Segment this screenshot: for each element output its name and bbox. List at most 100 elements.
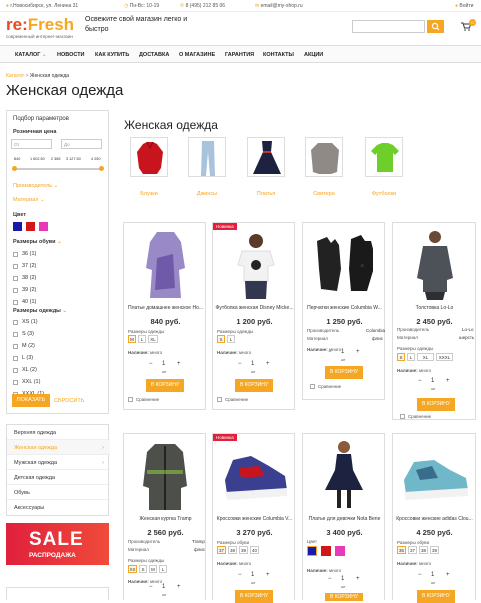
size-option[interactable]: L <box>159 565 167 573</box>
subcategory-label[interactable]: Блузки <box>124 191 174 197</box>
clothes-size-checkbox[interactable] <box>13 344 18 349</box>
compare-checkbox[interactable] <box>217 397 222 402</box>
compare-checkbox[interactable] <box>400 414 405 419</box>
price-slider-min-handle[interactable] <box>12 166 17 171</box>
category-shoes[interactable]: Обувь <box>7 485 110 500</box>
product-image[interactable]: C <box>311 229 381 299</box>
filter-reset-button[interactable]: СБРОСИТЬ <box>54 398 84 404</box>
product-image[interactable] <box>228 231 283 301</box>
subcategory-jeans[interactable] <box>188 137 226 177</box>
size-option[interactable]: 36 <box>397 546 406 554</box>
qty-value[interactable]: 1 <box>251 572 254 578</box>
size-option[interactable]: XL <box>148 335 158 343</box>
search-input[interactable] <box>352 20 425 33</box>
qty-value[interactable]: 1 <box>341 349 344 355</box>
subcategory-sweaters[interactable] <box>305 137 343 177</box>
clothes-size-checkbox[interactable] <box>13 368 18 373</box>
qty-minus[interactable]: − <box>418 572 422 578</box>
phone-link[interactable]: ✆ 8 (495) 212 85 06 <box>180 3 225 9</box>
color-option-pink[interactable] <box>335 546 345 556</box>
size-option[interactable]: S <box>217 335 225 343</box>
category-outerwear[interactable]: Верхняя одежда <box>7 425 110 440</box>
qty-value[interactable]: 1 <box>431 572 434 578</box>
compare-checkbox[interactable] <box>128 397 133 402</box>
nav-warranty[interactable]: ГАРАНТИЯ <box>225 52 254 58</box>
price-from-input[interactable]: От <box>11 139 52 149</box>
subcategory-label[interactable]: Джинсы <box>182 191 232 197</box>
product-image[interactable] <box>137 440 194 514</box>
qty-value[interactable]: 1 <box>162 584 165 590</box>
size-option[interactable]: 38 <box>228 546 237 554</box>
product-image[interactable] <box>137 228 194 300</box>
category-kids[interactable]: Детская одежда <box>7 470 110 485</box>
nav-news[interactable]: НОВОСТИ <box>57 52 85 58</box>
product-name[interactable]: Толстовка Lo-Lo <box>395 305 474 311</box>
subcategory-tshirts[interactable] <box>365 137 403 177</box>
qty-plus[interactable]: + <box>356 349 360 355</box>
email-link[interactable]: ✉ email@my-shop.ru <box>255 3 303 9</box>
product-image[interactable] <box>219 446 291 508</box>
clothes-size-checkbox[interactable] <box>13 320 18 325</box>
add-to-cart-button[interactable]: В КОРЗИНУ <box>235 590 273 603</box>
price-slider-max-handle[interactable] <box>99 166 104 171</box>
qty-value[interactable]: 1 <box>431 378 434 384</box>
qty-value[interactable]: 1 <box>162 361 165 367</box>
clothes-size-checkbox[interactable] <box>13 356 18 361</box>
qty-minus[interactable]: − <box>238 572 242 578</box>
compare-checkbox[interactable] <box>310 384 315 389</box>
product-name[interactable]: Перчатки женские Columbia W... <box>305 305 384 311</box>
qty-value[interactable]: 1 <box>251 361 254 367</box>
size-option[interactable]: XL <box>417 353 434 361</box>
qty-plus[interactable]: + <box>177 584 181 590</box>
nav-about[interactable]: О МАГАЗИНЕ <box>179 52 215 58</box>
size-option[interactable]: XXXL <box>436 353 453 361</box>
size-option[interactable]: 38 <box>419 546 428 554</box>
subcategory-label[interactable]: Футболки <box>359 191 409 197</box>
qty-plus[interactable]: + <box>446 572 450 578</box>
size-option[interactable]: XS <box>128 565 137 573</box>
size-option[interactable]: L <box>227 335 235 343</box>
qty-minus[interactable]: − <box>418 378 422 384</box>
size-option[interactable]: L <box>407 353 415 361</box>
subcategory-blouses[interactable] <box>130 137 168 177</box>
subcategory-dresses[interactable] <box>247 137 285 177</box>
subcategory-label[interactable]: Платья <box>241 191 291 197</box>
product-name[interactable]: Кроссовки женские adidas Clou... <box>395 516 474 522</box>
qty-plus[interactable]: + <box>356 576 360 582</box>
product-name[interactable]: Платье домашнее женское Ho... <box>126 305 205 311</box>
nav-promo[interactable]: АКЦИИ <box>304 52 323 58</box>
color-option-red[interactable] <box>321 546 331 556</box>
size-option[interactable]: S <box>397 353 405 361</box>
category-accessories[interactable]: Аксессуары <box>7 500 110 515</box>
size-option[interactable]: S <box>139 565 147 573</box>
qty-minus[interactable]: − <box>328 576 332 582</box>
color-swatch-red[interactable] <box>26 222 35 231</box>
color-swatch-blue[interactable] <box>13 222 22 231</box>
shoe-size-checkbox[interactable] <box>13 252 18 257</box>
price-to-input[interactable]: До <box>61 139 102 149</box>
clothes-size-checkbox[interactable] <box>13 380 18 385</box>
add-to-cart-button[interactable]: В КОРЗИНУ <box>146 379 184 392</box>
size-option[interactable]: 39 <box>430 546 439 554</box>
add-to-cart-button[interactable]: В КОРЗИНУ <box>235 379 273 392</box>
size-option[interactable]: 40 <box>250 546 259 554</box>
product-name[interactable]: Платье для девочки Nota Bene <box>305 516 384 522</box>
category-mens[interactable]: Мужская одежда › <box>7 455 110 470</box>
qty-value[interactable]: 1 <box>341 576 344 582</box>
subcategory-label[interactable]: Свитера <box>299 191 349 197</box>
qty-plus[interactable]: + <box>446 378 450 384</box>
qty-plus[interactable]: + <box>266 572 270 578</box>
login-link[interactable]: ● Войти <box>455 3 473 9</box>
shoe-size-checkbox[interactable] <box>13 288 18 293</box>
nav-contacts[interactable]: КОНТАКТЫ <box>263 52 294 58</box>
size-option[interactable]: 39 <box>239 546 248 554</box>
breadcrumb-catalog[interactable]: Каталог <box>6 73 24 79</box>
add-to-cart-button[interactable]: В КОРЗИНУ <box>325 366 363 379</box>
size-option[interactable]: 37 <box>408 546 417 554</box>
qty-plus[interactable]: + <box>177 361 181 367</box>
product-image[interactable] <box>407 228 464 300</box>
size-option[interactable]: M <box>128 335 136 343</box>
price-slider[interactable] <box>14 168 102 170</box>
qty-plus[interactable]: + <box>266 361 270 367</box>
logo[interactable]: re:Fresh <box>6 15 74 35</box>
